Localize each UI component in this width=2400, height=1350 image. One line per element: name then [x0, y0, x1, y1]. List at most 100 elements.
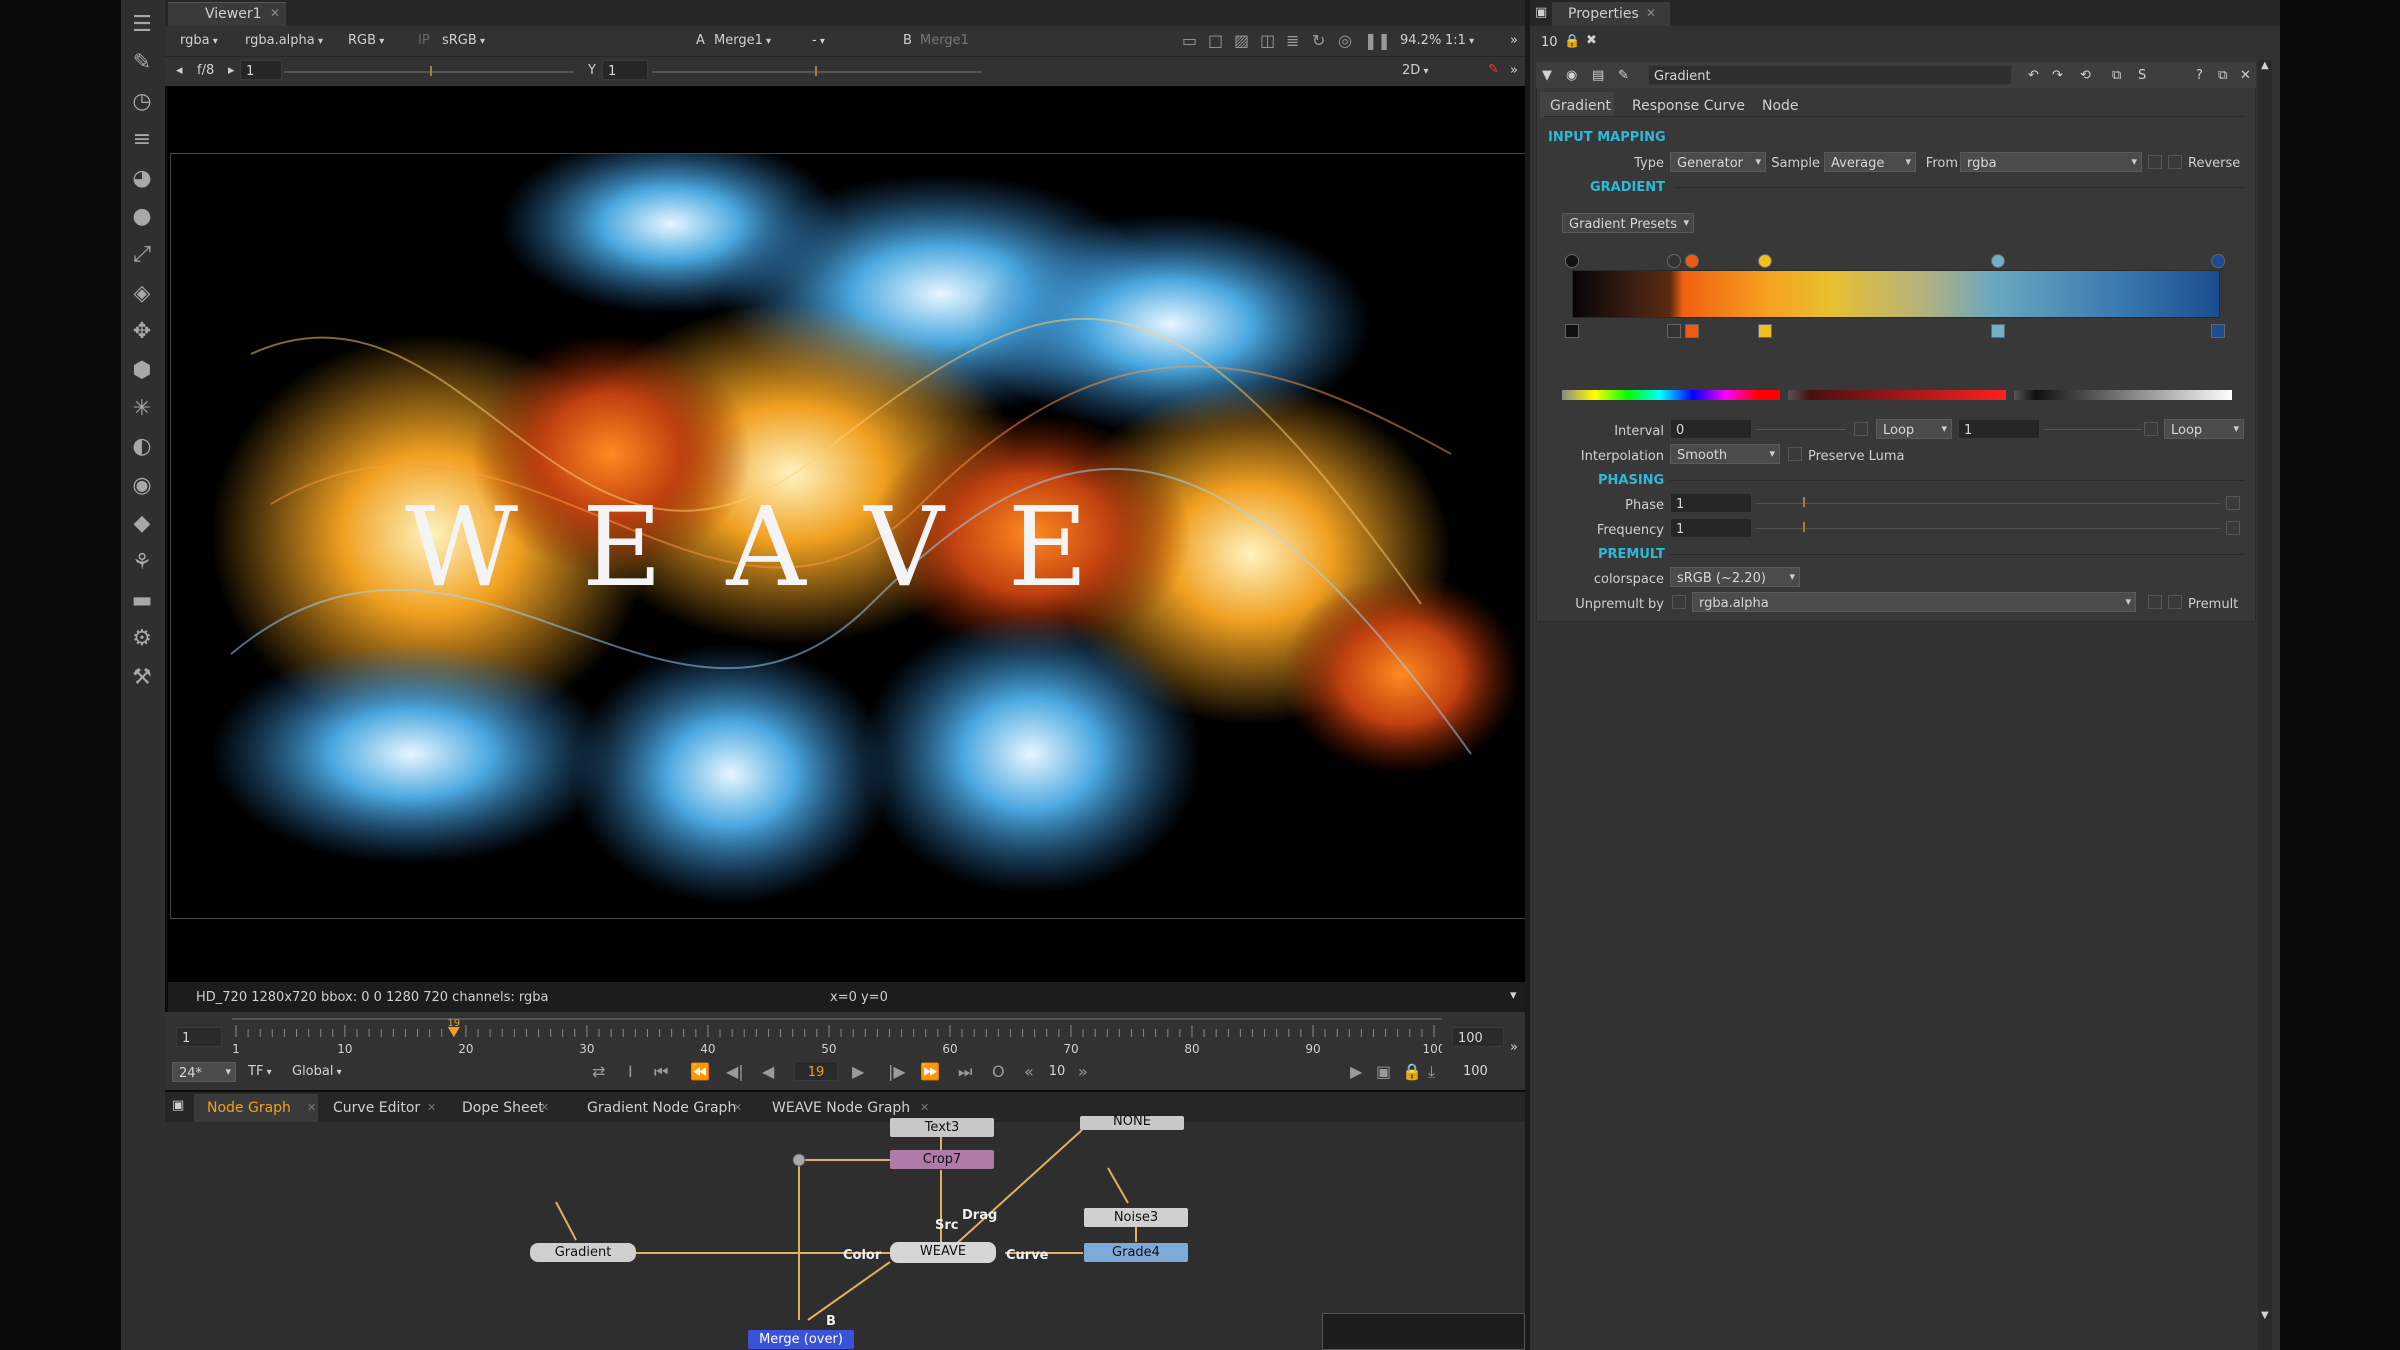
panel-menu-icon[interactable]: ▣ [1535, 5, 1547, 20]
sample-dropdown[interactable]: Average [1824, 152, 1916, 172]
gradient-ramp[interactable] [1572, 270, 2220, 318]
gradient-stop-top[interactable] [1991, 254, 2005, 268]
saturation-picker-bar[interactable] [1788, 390, 2006, 400]
frequency-slider[interactable] [1756, 528, 2220, 529]
gradient-stop-bottom[interactable] [1758, 324, 1772, 338]
hide-input-icon[interactable]: ◉ [1566, 68, 1577, 83]
phase-field[interactable]: 1 [1670, 493, 1752, 513]
color-picker-icon[interactable]: ✎ [1618, 68, 1629, 83]
tab-gradient[interactable]: Gradient [1550, 98, 1611, 114]
phasing-header: PHASING [1598, 473, 1665, 488]
help-icon[interactable]: ? [2196, 68, 2203, 83]
gradient-presets-dropdown[interactable]: Gradient Presets [1562, 213, 1694, 233]
split-icon[interactable]: ⧉ [2112, 68, 2121, 83]
clear-panels-icon[interactable]: ✖ [1586, 33, 1597, 48]
edge-label-curve: Curve [1006, 1248, 1049, 1263]
tab-response-curve[interactable]: Response Curve [1632, 98, 1745, 114]
interval-start-field[interactable]: 0 [1670, 419, 1752, 439]
gradient-stop-bottom[interactable] [2211, 324, 2225, 338]
gradient-stop-top[interactable] [1667, 254, 1681, 268]
node-gradient[interactable]: Gradient [530, 1243, 636, 1262]
link-icon[interactable] [2148, 595, 2162, 609]
reverse-label: Reverse [2188, 156, 2241, 171]
node-grade4[interactable]: Grade4 [1084, 1243, 1188, 1262]
type-dropdown[interactable]: Generator [1670, 152, 1766, 172]
frequency-field[interactable]: 1 [1670, 518, 1752, 538]
curve-icon[interactable] [2226, 521, 2240, 535]
curve-icon[interactable] [2226, 496, 2240, 510]
undo-icon[interactable]: ↶ [2028, 68, 2039, 83]
node-weave[interactable]: WEAVE [890, 1242, 996, 1263]
interpolation-label: Interpolation [1580, 449, 1664, 464]
value-picker-bar[interactable] [2014, 390, 2232, 400]
loop-dropdown-1[interactable]: Loop [1876, 419, 1952, 439]
collapse-icon[interactable]: ▼ [1542, 68, 1552, 83]
max-panels-field[interactable]: 10 [1536, 32, 1558, 52]
from-label: From [1925, 156, 1958, 171]
curve-icon[interactable] [1854, 422, 1868, 436]
edge-label-src: Src [935, 1218, 959, 1233]
close-icon[interactable]: ✕ [1646, 6, 1656, 20]
node-connections [555, 1129, 1137, 1321]
premult-label: Premult [2188, 597, 2239, 612]
hue-picker-bar[interactable] [1562, 390, 1780, 400]
float-icon[interactable]: ⧉ [2218, 68, 2227, 83]
curve-icon[interactable] [2144, 422, 2158, 436]
node-crop7[interactable]: Crop7 [890, 1150, 994, 1169]
edge-label-b: B [826, 1314, 836, 1329]
interval-label: Interval [1614, 424, 1664, 439]
node-text3[interactable]: Text3 [890, 1118, 994, 1137]
gradient-stop-top[interactable] [1758, 254, 1772, 268]
preserve-luma-checkbox[interactable] [1788, 447, 1802, 461]
gradient-header: GRADIENT [1590, 180, 1665, 195]
interpolation-dropdown[interactable]: Smooth [1670, 444, 1780, 464]
node-name-field[interactable]: Gradient [1648, 65, 2012, 85]
copy-icon[interactable]: ▤ [1592, 68, 1604, 83]
tab-node[interactable]: Node [1762, 98, 1799, 114]
from-dropdown[interactable]: rgba [1960, 152, 2142, 172]
loop-dropdown-2[interactable]: Loop [2164, 419, 2244, 439]
reverse-checkbox[interactable] [2168, 155, 2182, 169]
phase-label: Phase [1625, 498, 1664, 513]
scroll-up-icon[interactable]: ▲ [2261, 60, 2269, 71]
unpremult-dropdown[interactable]: rgba.alpha [1692, 592, 2136, 612]
node-noise3[interactable]: Noise3 [1084, 1208, 1188, 1227]
gradient-stop-top[interactable] [1565, 254, 1579, 268]
premult-header-line [1670, 554, 2244, 555]
redo-icon[interactable]: ↷ [2052, 68, 2063, 83]
interval-start-slider[interactable] [1756, 429, 1846, 430]
gradient-stop-bottom[interactable] [1667, 324, 1681, 338]
gradient-stop-bottom[interactable] [1991, 324, 2005, 338]
edge-label-drag: Drag [962, 1208, 998, 1223]
node-graph-minimap[interactable] [1322, 1313, 1525, 1350]
colorspace-label: colorspace [1593, 572, 1664, 587]
phase-slider[interactable] [1756, 503, 2220, 504]
premult-checkbox[interactable] [2168, 595, 2182, 609]
frequency-label: Frequency [1596, 523, 1664, 538]
frequency-slider-handle[interactable] [1803, 522, 1805, 532]
properties-scrollbar[interactable] [2258, 60, 2272, 1350]
unpremult-label: Unpremult by [1575, 597, 1664, 612]
colorspace-dropdown[interactable]: sRGB (~2.20) [1670, 567, 1800, 587]
revert-icon[interactable]: ⟲ [2080, 68, 2091, 83]
gradient-stop-bottom[interactable] [1565, 324, 1579, 338]
unpremult-checkbox[interactable] [1672, 595, 1686, 609]
type-label: Type [1634, 156, 1664, 171]
sync-icon[interactable]: S [2138, 68, 2146, 83]
scroll-down-icon[interactable]: ▼ [2261, 1310, 2269, 1321]
gradient-stop-top[interactable] [1685, 254, 1699, 268]
interval-end-slider[interactable] [2044, 429, 2142, 430]
link-icon[interactable] [2148, 155, 2162, 169]
tab-underline [1544, 116, 2244, 117]
node-none[interactable]: NONE [1080, 1115, 1184, 1130]
gradient-stop-bottom[interactable] [1685, 324, 1699, 338]
interval-end-field[interactable]: 1 [1958, 419, 2040, 439]
close-icon[interactable]: ✕ [2240, 68, 2251, 83]
node-panel [1536, 62, 2256, 622]
node-merge[interactable]: Merge (over) [748, 1330, 854, 1349]
gradient-stop-top[interactable] [2211, 254, 2225, 268]
phase-slider-handle[interactable] [1803, 497, 1805, 507]
right-edge [2280, 0, 2400, 1350]
preserve-luma-label: Preserve Luma [1808, 449, 1905, 464]
lock-icon[interactable]: 🔒 [1564, 34, 1580, 49]
